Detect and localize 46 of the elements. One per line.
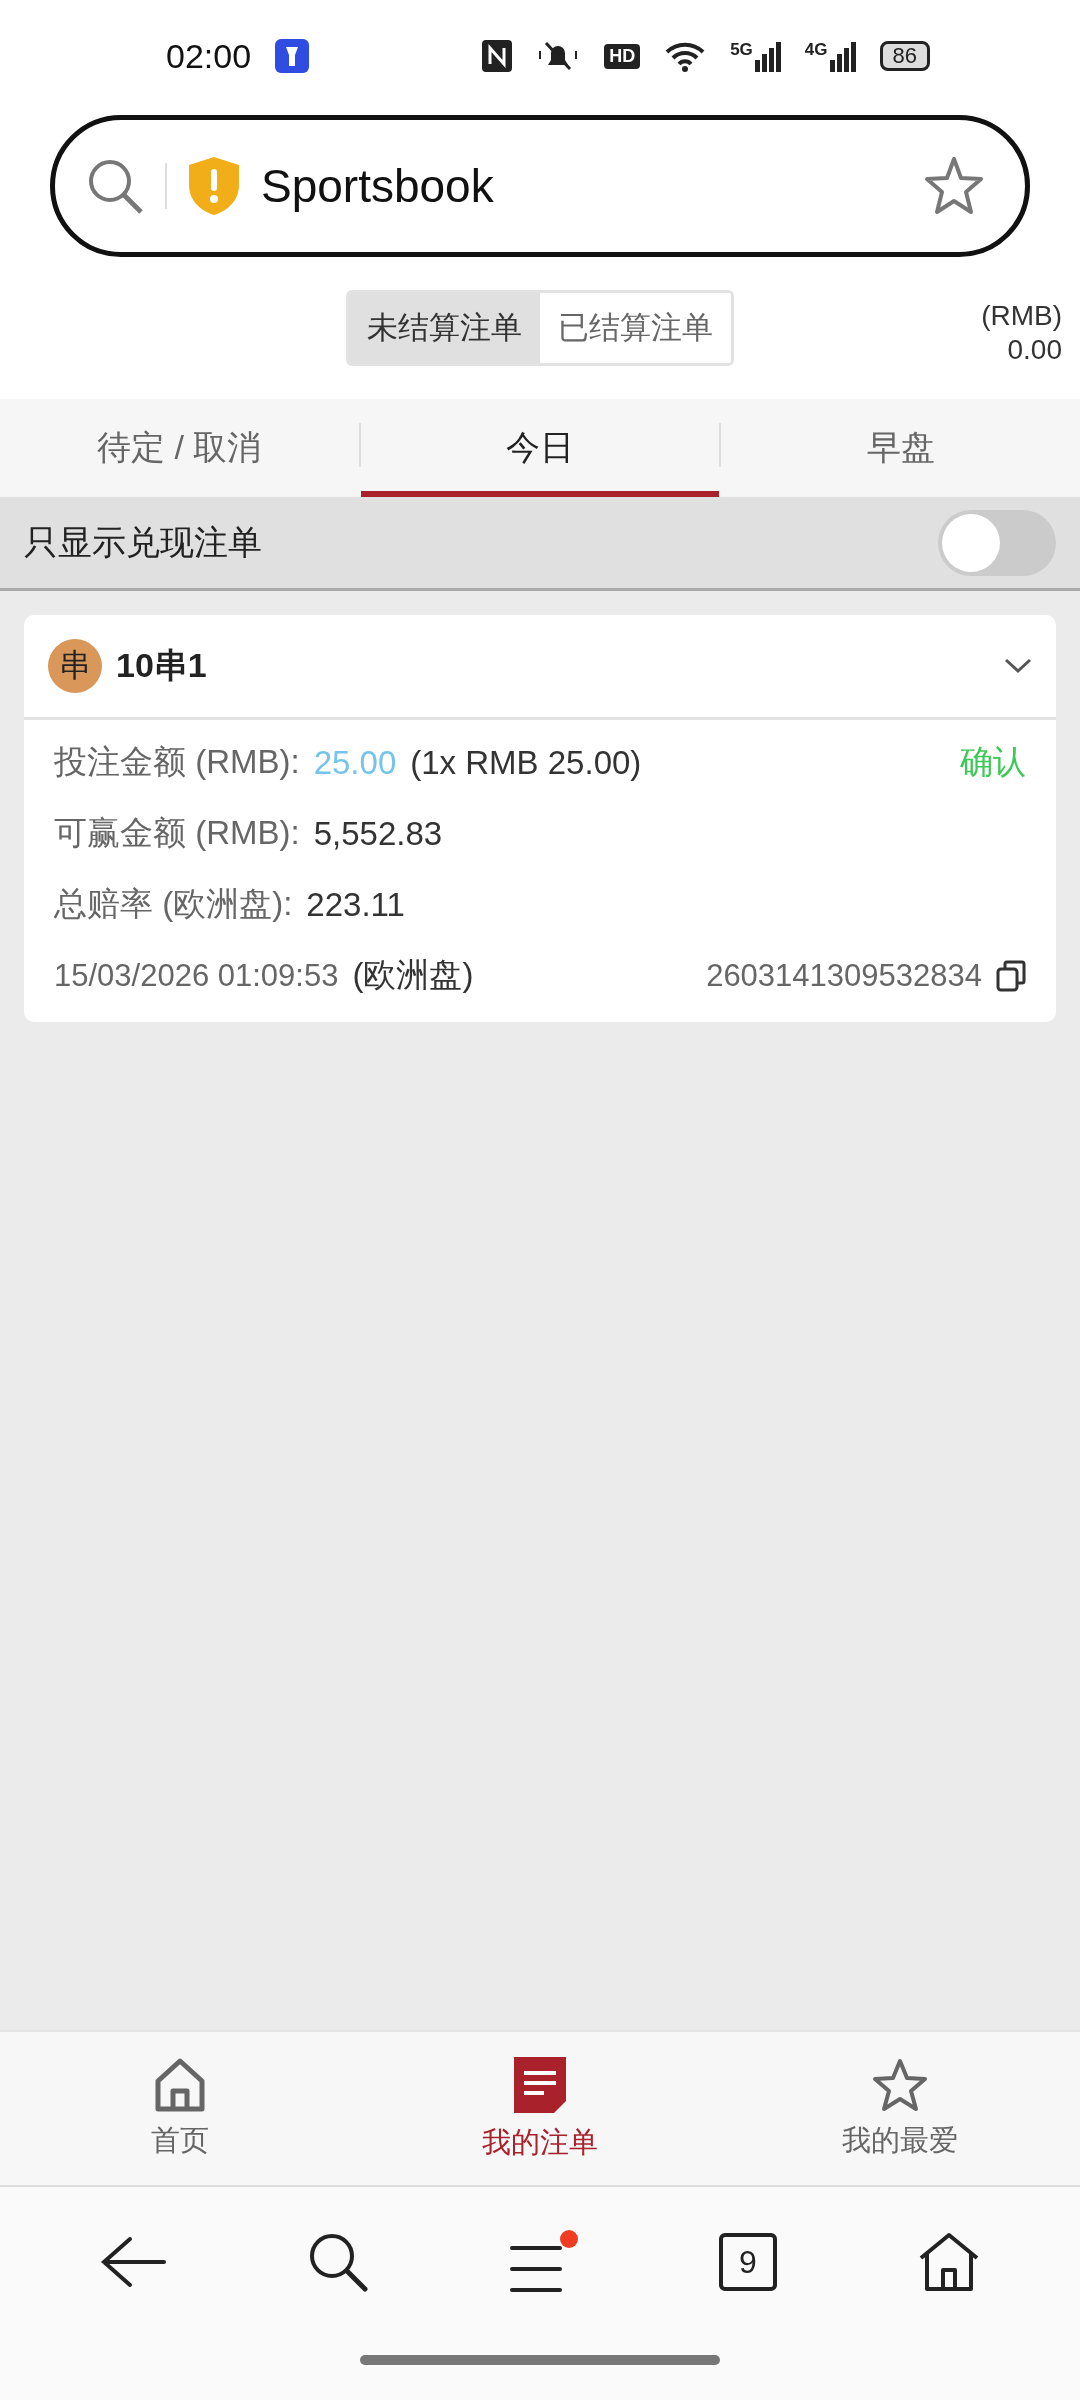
balance-value: 0.00	[1007, 333, 1062, 367]
nfc-icon	[482, 40, 513, 72]
menu-icon	[510, 2244, 562, 2294]
signal-icon	[829, 40, 856, 72]
back-arrow-icon[interactable]	[100, 2236, 167, 2288]
home-icon	[153, 2056, 207, 2113]
battery-level: 86	[879, 41, 930, 71]
ticket-number: 2603141309532834	[706, 957, 982, 994]
bet-type-badge: 串	[48, 639, 102, 693]
stake-value: 25.00	[313, 743, 397, 782]
tab[interactable]: 待定 / 取消	[0, 399, 359, 497]
menu-button[interactable]	[510, 2230, 578, 2294]
flashlight-icon	[275, 39, 310, 73]
network-type-label: 5G	[730, 40, 753, 60]
bet-status: 确认	[960, 742, 1026, 782]
status-time: 02:00	[166, 36, 252, 76]
odds-value: 223.11	[306, 885, 405, 924]
win-label: 可赢金额 (RMB):	[54, 813, 300, 853]
stake-detail: (1x RMB 25.00)	[410, 743, 642, 782]
cashout-filter-label: 只显示兑现注单	[24, 521, 263, 563]
search-icon[interactable]	[307, 2231, 370, 2293]
page-title: Sportsbook	[261, 159, 495, 213]
network-type-label: 4G	[804, 40, 828, 60]
tab-count-button[interactable]: 9	[718, 2233, 777, 2291]
odds-label: 总赔率 (欧洲盘):	[54, 884, 293, 924]
tab[interactable]: 早盘	[721, 399, 1080, 497]
chevron-down-icon[interactable]	[1004, 657, 1032, 675]
stake-label: 投注金额 (RMB):	[54, 742, 300, 782]
star-icon	[871, 2056, 929, 2113]
warning-shield-icon	[187, 155, 241, 217]
currency-label: (RMB)	[981, 299, 1062, 333]
hd-voice-icon: HD	[604, 43, 641, 69]
odds-type: (欧洲盘)	[352, 955, 474, 995]
signal-icon	[754, 40, 781, 72]
win-value: 5,552.83	[313, 814, 443, 853]
nav-item[interactable]: 我的注单	[360, 2032, 720, 2185]
address-bar[interactable]: Sportsbook	[50, 115, 1030, 257]
bet-time: 15/03/2026 01:09:53	[54, 957, 339, 994]
star-icon[interactable]	[923, 156, 985, 216]
segment-tab[interactable]: 未结算注单	[349, 293, 540, 363]
bet-title: 10串1	[116, 645, 208, 686]
wifi-icon	[664, 40, 707, 72]
nav-item[interactable]: 我的最爱	[720, 2032, 1080, 2185]
copy-icon[interactable]	[996, 959, 1026, 992]
home-icon[interactable]	[917, 2232, 980, 2292]
nav-item[interactable]: 首页	[0, 2032, 360, 2185]
